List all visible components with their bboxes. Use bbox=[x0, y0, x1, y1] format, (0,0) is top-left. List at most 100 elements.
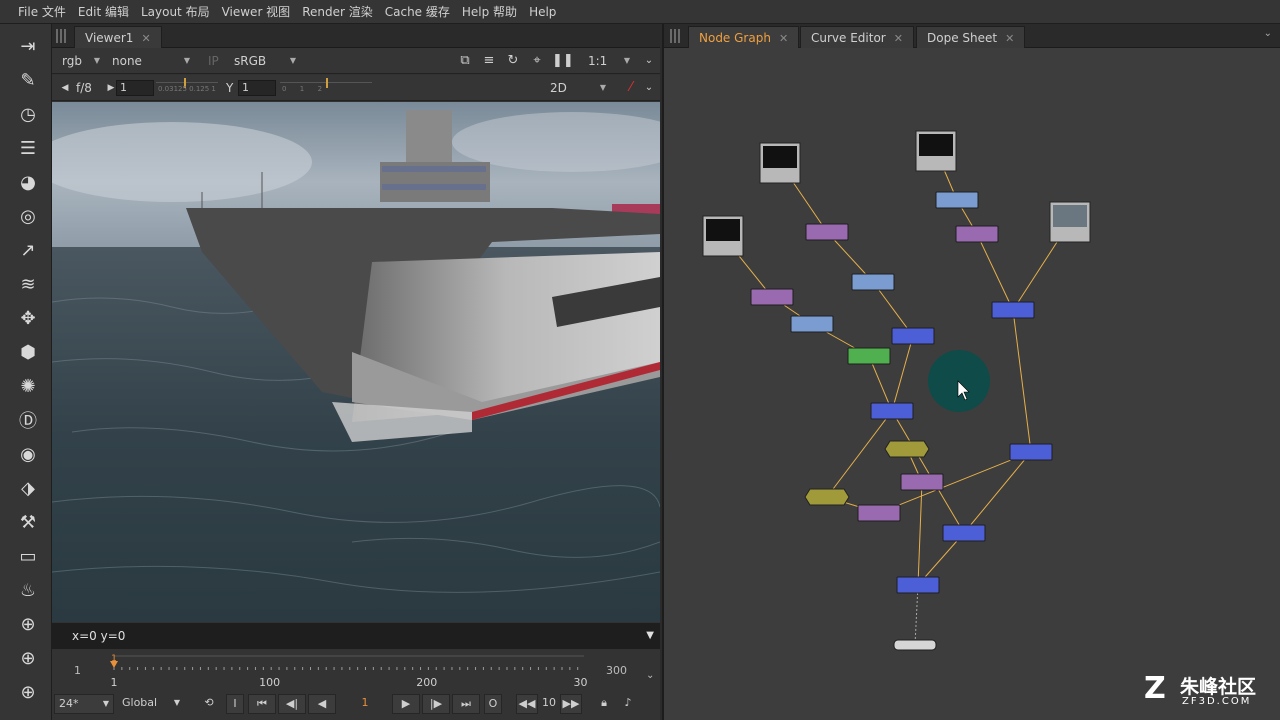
gamma-field[interactable]: 1 bbox=[238, 80, 276, 96]
merge-node[interactable] bbox=[1009, 443, 1053, 461]
box-icon[interactable]: ▭ bbox=[14, 542, 42, 570]
merge-node[interactable] bbox=[991, 301, 1035, 319]
gamma-slider[interactable]: 0 1 2 bbox=[280, 78, 372, 94]
paint-brush-icon[interactable]: ⁄ bbox=[622, 79, 640, 97]
roi-icon[interactable]: ⌖ bbox=[528, 52, 546, 70]
channel-icon[interactable]: ↗ bbox=[14, 236, 42, 264]
step-field[interactable]: 10 bbox=[538, 694, 560, 714]
scope-dropdown[interactable]: Global ▼ bbox=[118, 694, 184, 714]
play-forward-icon[interactable]: ▶ bbox=[392, 694, 420, 714]
step-forward-icon[interactable]: ▶▶ bbox=[560, 694, 582, 714]
audio-icon[interactable]: ♪ bbox=[618, 694, 638, 714]
node-connection[interactable] bbox=[826, 410, 893, 498]
loop-icon[interactable]: ⟲ bbox=[198, 694, 220, 714]
close-icon[interactable]: ✕ bbox=[141, 32, 150, 45]
node-connection[interactable] bbox=[1012, 309, 1032, 453]
cube-icon[interactable]: ⬢ bbox=[14, 338, 42, 366]
pause-icon[interactable]: ❚❚ bbox=[552, 52, 574, 70]
fire-icon[interactable]: ♨ bbox=[14, 576, 42, 604]
deep-icon[interactable]: Ⓓ bbox=[14, 406, 42, 434]
clock-icon[interactable]: ◷ bbox=[14, 100, 42, 128]
close-icon[interactable]: ✕ bbox=[1005, 32, 1014, 45]
first-frame-icon[interactable]: ⏮ bbox=[248, 694, 276, 714]
ip-button[interactable]: IP bbox=[202, 52, 222, 70]
pane-grip-icon[interactable] bbox=[670, 29, 680, 43]
layers-icon[interactable]: ☰ bbox=[14, 134, 42, 162]
globe-icon[interactable]: ⊕ bbox=[14, 678, 42, 706]
zoom-dropdown[interactable]: 1:1 ▼ bbox=[582, 52, 634, 70]
colorspace-dropdown[interactable]: sRGB ▼ bbox=[228, 52, 300, 70]
out-point-button[interactable]: O bbox=[484, 694, 502, 714]
menu-edit[interactable]: Edit 编辑 bbox=[72, 0, 135, 24]
grade-node[interactable] bbox=[955, 225, 999, 243]
tab-curve-editor[interactable]: Curve Editor ✕ bbox=[800, 26, 914, 48]
tab-dope-sheet[interactable]: Dope Sheet ✕ bbox=[916, 26, 1026, 48]
menu-file[interactable]: File 文件 bbox=[12, 0, 72, 24]
timeline-ruler[interactable]: 1 100 200 300 1 bbox=[110, 654, 588, 688]
in-point-button[interactable]: I bbox=[226, 694, 244, 714]
dot-node[interactable] bbox=[804, 488, 850, 506]
refresh-icon[interactable]: ↻ bbox=[504, 52, 522, 70]
merge-node[interactable] bbox=[891, 327, 935, 345]
node-connection[interactable] bbox=[914, 584, 919, 646]
particles-icon[interactable]: ✺ bbox=[14, 372, 42, 400]
gain-field[interactable]: 1 bbox=[116, 80, 154, 96]
transform-node[interactable] bbox=[790, 315, 834, 333]
globe-icon[interactable]: ⊕ bbox=[14, 644, 42, 672]
gain-slider[interactable]: 0.03125 0.125 1 bbox=[156, 78, 218, 94]
next-keyframe-icon[interactable]: |▶ bbox=[422, 694, 450, 714]
tab-node-graph[interactable]: Node Graph ✕ bbox=[688, 26, 800, 48]
color-wheel-icon[interactable]: ◕ bbox=[14, 168, 42, 196]
chevron-down-icon[interactable]: ⌄ bbox=[646, 670, 654, 681]
pointer-icon[interactable]: ⇥ bbox=[14, 32, 42, 60]
grade-node[interactable] bbox=[857, 504, 901, 522]
circle-icon[interactable]: ◎ bbox=[14, 202, 42, 230]
read-node[interactable] bbox=[915, 130, 957, 172]
lock-icon[interactable]: 🔒︎ bbox=[594, 694, 614, 714]
close-icon[interactable]: ✕ bbox=[779, 32, 788, 45]
chevron-down-icon[interactable]: ⌄ bbox=[1264, 28, 1272, 39]
status-menu-icon[interactable]: ▼ bbox=[646, 623, 654, 649]
tag-icon[interactable]: ⬗ bbox=[14, 474, 42, 502]
channels-dropdown[interactable]: rgb ▼ bbox=[56, 52, 104, 70]
transform-node[interactable] bbox=[851, 273, 895, 291]
brush-icon[interactable]: ✎ bbox=[14, 66, 42, 94]
node-connection[interactable] bbox=[891, 410, 965, 534]
last-frame-icon[interactable]: ⏭ bbox=[452, 694, 480, 714]
view-mode-dropdown[interactable]: 2D ▼ bbox=[544, 79, 610, 97]
globe-icon[interactable]: ⊕ bbox=[14, 610, 42, 638]
menu-help[interactable]: Help bbox=[523, 0, 562, 24]
menu-layout[interactable]: Layout 布局 bbox=[135, 0, 216, 24]
menu-render[interactable]: Render 渲染 bbox=[296, 0, 379, 24]
compare-icon[interactable]: ⧉ bbox=[456, 52, 474, 70]
chevron-down-icon[interactable]: ⌄ bbox=[640, 79, 658, 97]
grade-node[interactable] bbox=[750, 288, 794, 306]
timeline[interactable]: 1 1 100 200 300 1 300 ⌄ bbox=[52, 650, 660, 690]
transform-icon[interactable]: ✥ bbox=[14, 304, 42, 332]
close-icon[interactable]: ✕ bbox=[894, 32, 903, 45]
node-connection[interactable] bbox=[976, 233, 1014, 311]
grade-node[interactable] bbox=[900, 473, 944, 491]
grade-node[interactable] bbox=[805, 223, 849, 241]
merge-node[interactable] bbox=[870, 402, 914, 420]
node-graph-canvas[interactable] bbox=[664, 48, 1280, 720]
write-node[interactable] bbox=[893, 639, 937, 651]
read-node[interactable] bbox=[759, 142, 801, 184]
fps-dropdown[interactable]: 24* ▼ bbox=[54, 694, 114, 714]
eye-icon[interactable]: ◉ bbox=[14, 440, 42, 468]
pane-grip-icon[interactable] bbox=[56, 29, 66, 43]
menu-viewer[interactable]: Viewer 视图 bbox=[216, 0, 297, 24]
current-frame-field[interactable]: 1 bbox=[338, 694, 392, 714]
step-back-icon[interactable]: ◀◀ bbox=[516, 694, 538, 714]
merge-node[interactable] bbox=[896, 576, 940, 594]
menu-help-cn[interactable]: Help 帮助 bbox=[456, 0, 523, 24]
alpha-dropdown[interactable]: none ▼ bbox=[106, 52, 194, 70]
prev-keyframe-icon[interactable]: ◀| bbox=[278, 694, 306, 714]
merge-node[interactable] bbox=[942, 524, 986, 542]
wrench-icon[interactable]: ⚒ bbox=[14, 508, 42, 536]
menu-cache[interactable]: Cache 缓存 bbox=[379, 0, 456, 24]
node-connection[interactable] bbox=[891, 335, 914, 412]
stack-icon[interactable]: ≋ bbox=[14, 270, 42, 298]
node-connection[interactable] bbox=[963, 451, 1032, 534]
list-icon[interactable]: ≡ bbox=[480, 52, 498, 70]
